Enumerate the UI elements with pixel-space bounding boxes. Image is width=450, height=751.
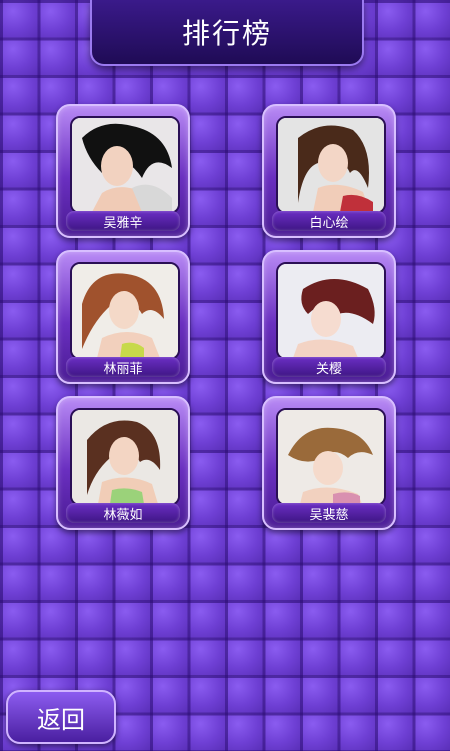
portrait-image-2 <box>276 116 386 214</box>
title-banner: 排行榜 <box>90 0 364 66</box>
ranking-card-5[interactable]: 林薇如 <box>56 396 190 530</box>
ranking-card-6[interactable]: 吴裴慈 <box>262 396 396 530</box>
page-title: 排行榜 <box>181 17 272 50</box>
name-plate: 林丽菲 <box>66 357 180 377</box>
portrait-image-5 <box>70 408 180 506</box>
ranking-card-1[interactable]: 吴雅辛 <box>56 104 190 238</box>
player-name: 林丽菲 <box>103 361 143 377</box>
name-plate: 白心绘 <box>272 211 386 231</box>
portrait-image-1 <box>70 116 180 214</box>
back-button-label: 返回 <box>37 705 85 734</box>
player-name: 吴雅辛 <box>103 215 143 231</box>
ranking-card-3[interactable]: 林丽菲 <box>56 250 190 384</box>
player-name: 关樱 <box>315 361 342 377</box>
player-name: 林薇如 <box>103 507 143 523</box>
name-plate: 林薇如 <box>66 503 180 523</box>
name-plate: 吴雅辛 <box>66 211 180 231</box>
name-plate: 关樱 <box>272 357 386 377</box>
portrait-image-6 <box>276 408 386 506</box>
back-button[interactable]: 返回 <box>6 690 116 744</box>
name-plate: 吴裴慈 <box>272 503 386 523</box>
portrait-image-3 <box>70 262 180 360</box>
ranking-card-2[interactable]: 白心绘 <box>262 104 396 238</box>
player-name: 白心绘 <box>309 215 349 231</box>
portrait-image-4 <box>276 262 386 360</box>
ranking-card-4[interactable]: 关樱 <box>262 250 396 384</box>
player-name: 吴裴慈 <box>309 507 349 523</box>
